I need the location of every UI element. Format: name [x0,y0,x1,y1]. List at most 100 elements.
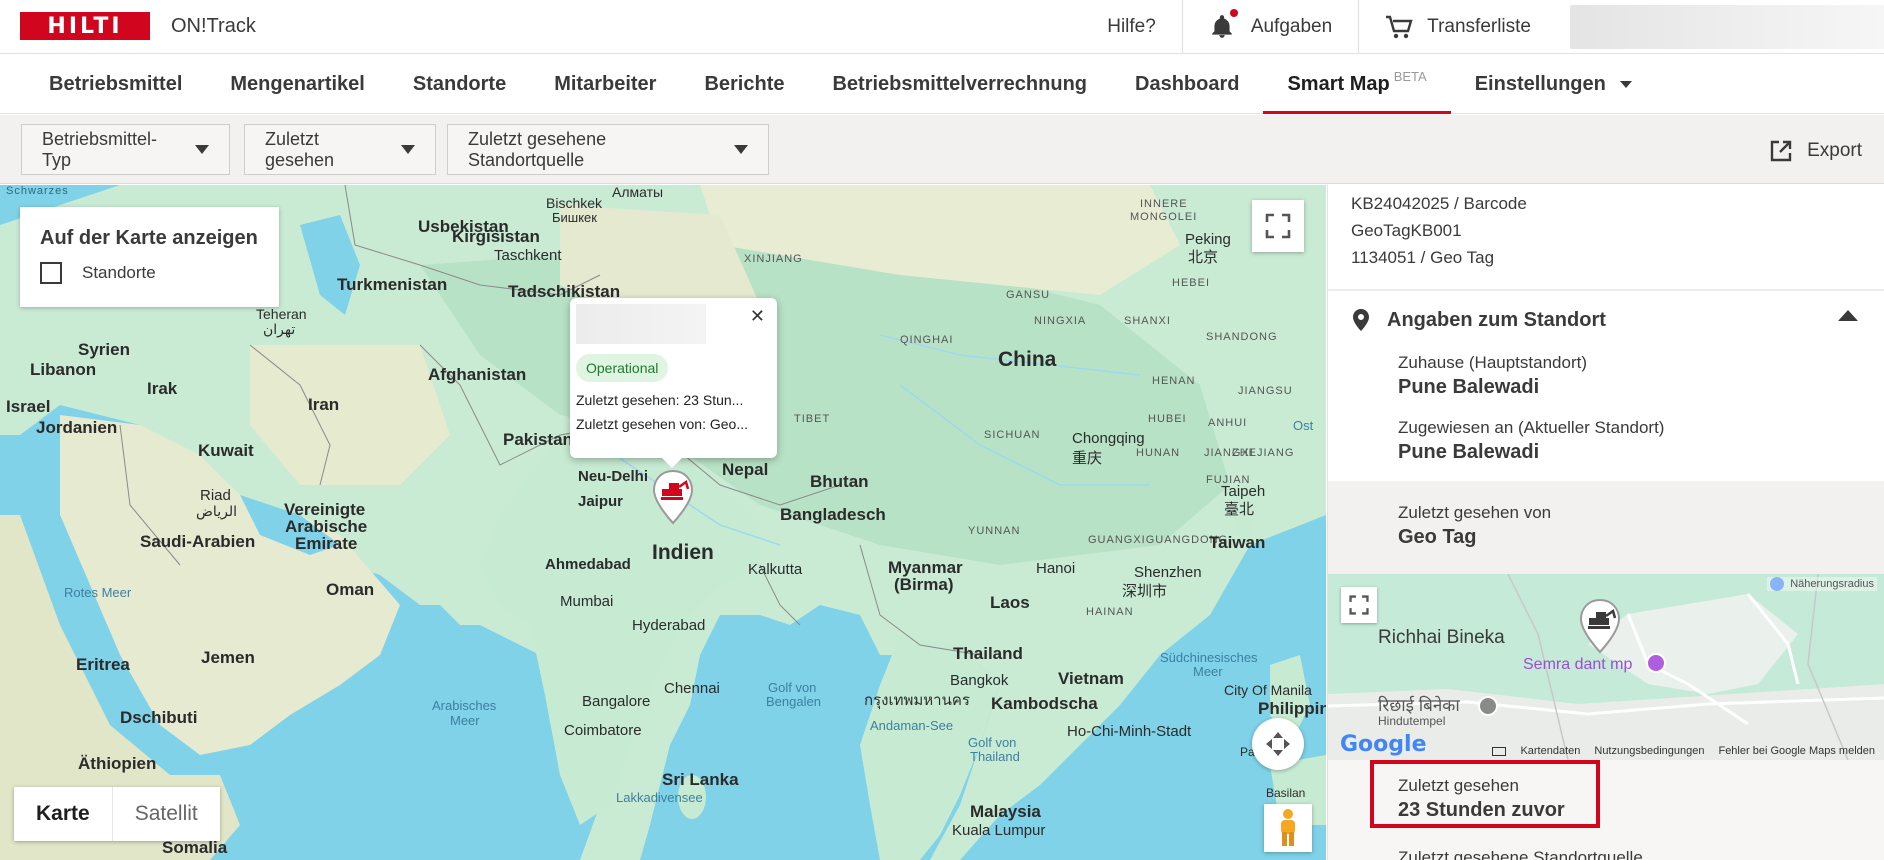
map-type-satellit[interactable]: Satellit [112,787,220,841]
map-label: Afghanistan [428,365,527,384]
report-error-link[interactable]: Fehler bei Google Maps melden [1718,745,1875,757]
map-label: Südchinesisches [1160,650,1258,665]
top-actions: Hilfe? Aufgaben Transferliste [1081,0,1884,54]
radius-dot-icon [1770,577,1785,591]
filter-last-seen-dropdown[interactable]: Zuletzt gesehen [244,124,436,175]
status-badge: Operational [576,354,669,382]
map-label: Thailand [970,749,1020,764]
terms-link[interactable]: Nutzungsbedingungen [1594,745,1704,757]
map-label: MONGOLEI [1130,211,1198,223]
map-label: HUNAN [1136,447,1181,459]
nav-einstellungen[interactable]: Einstellungen [1451,54,1656,114]
map-label: กรุงเทพมหานคร [864,692,970,709]
map-label: Kambodscha [991,694,1098,713]
map-data-link[interactable]: Kartendaten [1520,745,1580,757]
fullscreen-icon [1265,213,1291,239]
map-label: QINGHAI [900,334,954,346]
nav-dashboard[interactable]: Dashboard [1111,54,1263,114]
caret-down-icon [401,145,415,154]
asset-map-marker[interactable] [651,469,695,530]
map-label: Hanoi [1036,560,1076,577]
map-label: Taiwan [1209,533,1266,552]
nav-mitarbeiter[interactable]: Mitarbeiter [530,54,680,114]
radius-legend: Näherungsradius [1767,577,1877,591]
asset-id-geotag-name: GeoTagKB001 [1351,221,1462,240]
assigned-location: Zugewiesen an (Aktueller Standort) Pune … [1398,418,1664,464]
filter-last-seen-label: Zuletzt gesehen [265,128,335,170]
map-label: Turkmenistan [337,275,448,294]
map-label: Malaysia [970,802,1041,821]
map-label: Teheran [256,306,307,322]
map-label: Meer [1193,664,1223,679]
asset-name-redacted [576,304,706,344]
nav-betriebsmittel[interactable]: Betriebsmittel [25,54,206,114]
fullscreen-button[interactable] [1252,200,1304,252]
product-name: ON!Track [171,15,256,37]
nav-mengenartikel[interactable]: Mengenartikel [206,54,388,114]
standorte-checkbox-row[interactable]: Standorte [40,262,259,284]
map-label: Taschkent [494,247,562,264]
mini-map-marker[interactable] [1578,598,1622,659]
map-label: Schwarzes [6,185,69,197]
map-label: Arabisches [432,698,497,713]
map-label: Somalia [162,838,228,857]
map-label: Bangalore [582,693,651,710]
nav-standorte[interactable]: Standorte [389,54,530,114]
map-label: Sri Lanka [662,770,739,789]
map-label: Pakistan [503,430,573,449]
map-label: Bischkek [546,195,603,211]
map-label: Israel [6,397,51,416]
nav-betriebsmittelverrechnung[interactable]: Betriebsmittelverrechnung [808,54,1111,114]
transfer-list-button[interactable]: Transferliste [1358,0,1557,54]
map-type-karte[interactable]: Karte [14,787,113,841]
location-pin-icon [1353,309,1369,331]
map-label: Usbekistan [418,217,509,236]
help-link[interactable]: Hilfe? [1081,0,1182,54]
popup-last-seen-by: Zuletzt gesehen von: Geo... [576,416,748,432]
map-label: (Birma) [894,575,954,594]
last-seen-by-label: Zuletzt gesehen von [1398,503,1552,522]
map-label: SHANDONG [1206,331,1278,343]
camera-control-button[interactable] [1252,718,1304,770]
close-icon[interactable]: ✕ [750,306,765,327]
user-account[interactable] [1570,5,1884,49]
map-label: Meer [450,713,480,728]
transfer-list-label: Transferliste [1427,16,1531,37]
map-label: 臺北 [1224,501,1255,518]
map-label: TIBET [794,413,831,425]
mini-map-fullscreen-button[interactable] [1341,587,1377,623]
nav-smart-map[interactable]: Smart Map BETA [1263,54,1451,114]
filter-last-source-dropdown[interactable]: Zuletzt gesehene Standortquelle [447,124,769,175]
tasks-button[interactable]: Aufgaben [1181,0,1358,54]
mini-map[interactable]: Näherungsradius Richhai Bineka Semra dan… [1328,574,1884,760]
map-label: Emirate [295,534,358,553]
map-label: GANSU [1006,289,1051,301]
map-label: Bengalen [766,694,821,709]
nav-berichte[interactable]: Berichte [680,54,808,114]
map-label: Äthiopien [78,754,157,773]
map-label: Kuala Lumpur [952,822,1046,839]
map-label: Jemen [201,648,255,667]
filter-bar: Betriebsmittel-Typ Zuletzt gesehen Zulet… [0,115,1884,184]
main-map[interactable]: Schwarzes Алматы Bischkek Бишкек Kirgisi… [0,185,1326,860]
map-label: GUANGXIGUANGDONG [1088,534,1229,546]
place-pin-icon[interactable] [1646,653,1666,673]
location-section-header[interactable]: Angaben zum Standort [1351,308,1606,332]
notification-dot [1229,9,1238,17]
export-icon [1770,140,1792,162]
filter-type-dropdown[interactable]: Betriebsmittel-Typ [21,124,230,175]
export-button[interactable]: Export [1769,139,1862,163]
asset-id-geotag: 1134051 / Geo Tag [1351,248,1495,267]
map-label: Basilan [1266,786,1306,800]
map-label: Hyderabad [632,617,706,634]
home-location-label: Zuhause (Hauptstandort) [1398,353,1587,372]
keyboard-icon[interactable] [1492,746,1507,756]
chevron-up-icon[interactable] [1838,310,1858,321]
temple-icon[interactable] [1478,696,1498,716]
standorte-checkbox[interactable] [40,262,62,284]
hilti-logo[interactable]: HILTI [20,12,150,40]
map-label: Ost [1293,418,1314,433]
street-view-button[interactable] [1264,804,1312,852]
asset-detail-panel: KB24042025 / Barcode GeoTagKB001 1134051… [1327,185,1884,860]
map-label: JIANGSU [1238,385,1293,397]
